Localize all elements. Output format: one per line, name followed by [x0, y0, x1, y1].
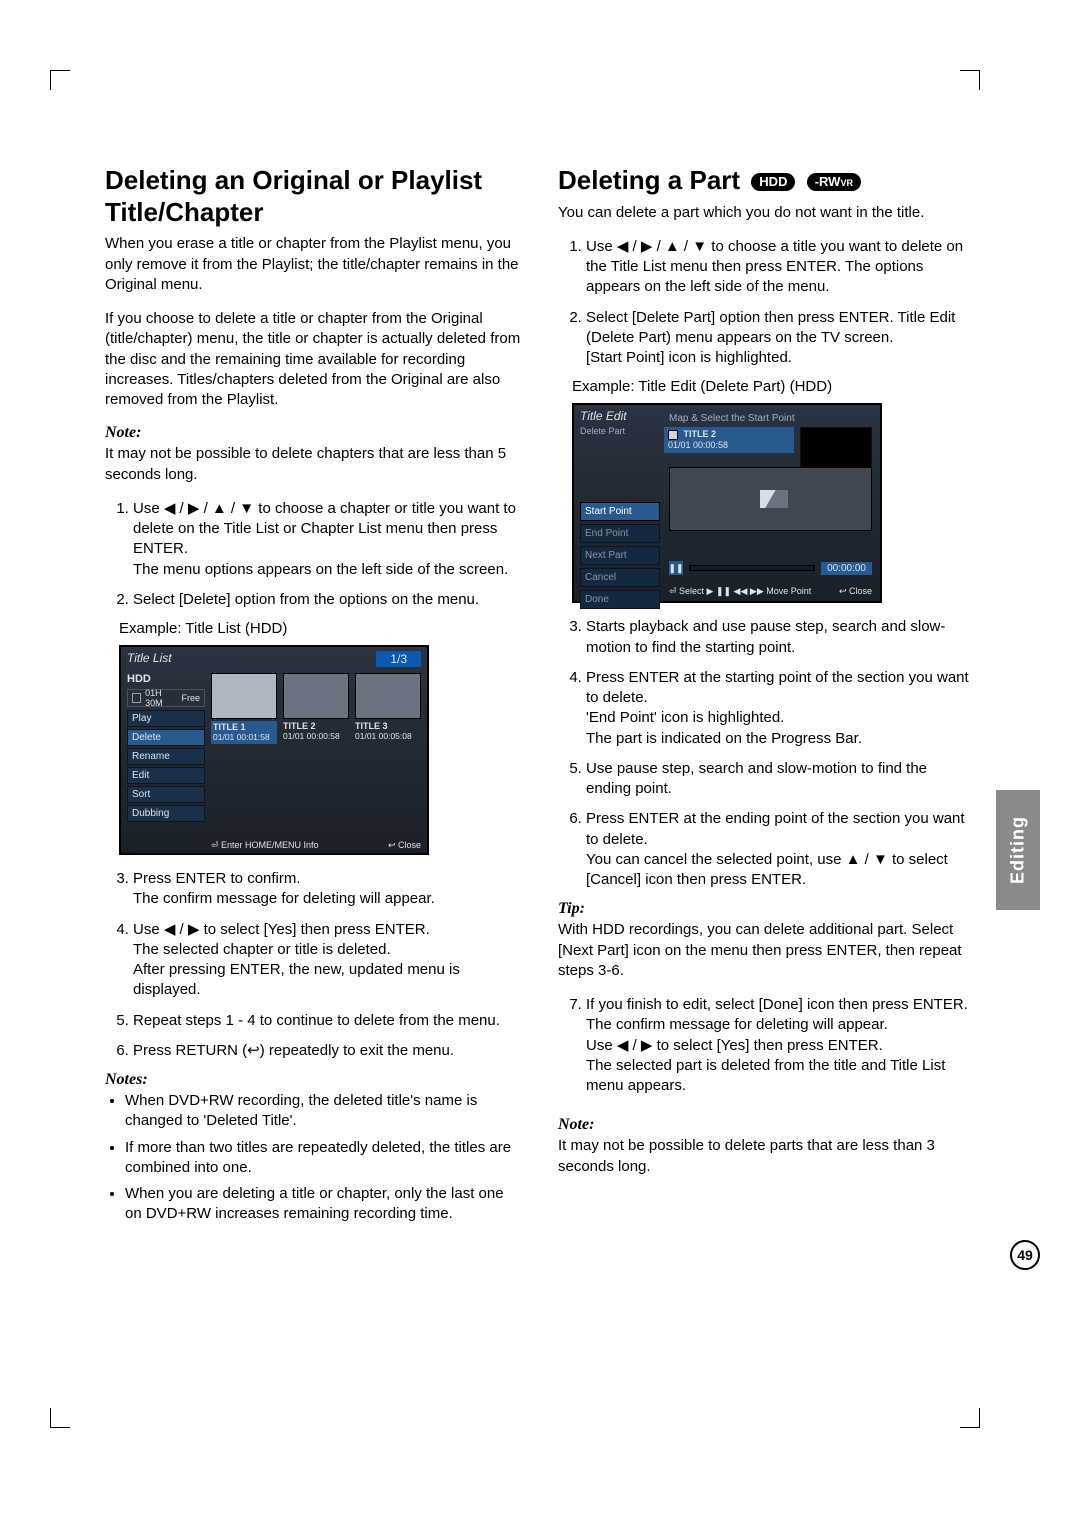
shot-menu-item: Play	[127, 710, 205, 727]
shot-menu-item: Delete	[127, 729, 205, 746]
page-number: 49	[1010, 1240, 1040, 1270]
shot-timebar: ❚❚ 00:00:00	[669, 561, 872, 575]
shot-header: Title List	[127, 651, 172, 667]
card-title: TITLE 2	[684, 429, 717, 439]
crop-mark	[50, 1408, 70, 1428]
page-content: Deleting an Original or Playlist Title/C…	[105, 165, 975, 1231]
heading-delete-part: Deleting a Part HDD -RWVR	[558, 165, 975, 197]
left-column: Deleting an Original or Playlist Title/C…	[105, 165, 522, 1231]
thumb-sub: 01/01 00:00:58	[283, 731, 340, 741]
disc-icon	[132, 693, 141, 703]
steps-list: Starts playback and use pause step, sear…	[558, 617, 975, 890]
shot-free-box: 01H 30M Free	[127, 689, 205, 707]
example-caption: Example: Title Edit (Delete Part) (HDD)	[572, 378, 975, 395]
shot-thumb: TITLE 101/01 00:01:58	[211, 673, 277, 744]
shot-footer-right: ↩ Close	[839, 586, 872, 597]
badge-rwvr: -RWVR	[807, 173, 861, 191]
step-item: Select [Delete] option from the options …	[133, 590, 522, 610]
shot-menu-item: Edit	[127, 767, 205, 784]
title-edit-screenshot: Title Edit Delete Part Map & Select the …	[572, 403, 882, 603]
shot-thumb: TITLE 301/01 00:05:08	[355, 673, 421, 744]
step-item: Press ENTER at the starting point of the…	[586, 668, 975, 749]
shot-menu-item: Done	[580, 590, 660, 609]
note-body: It may not be possible to delete chapter…	[105, 444, 522, 485]
shot-menu-item: Cancel	[580, 568, 660, 587]
note-heading: Note:	[558, 1116, 975, 1134]
shot-header: Title Edit Delete Part	[580, 409, 627, 437]
steps-list: Use ◀ / ▶ / ▲ / ▼ to choose a title you …	[558, 237, 975, 369]
step-item: Use pause step, search and slow-motion t…	[586, 759, 975, 800]
progress-bar	[689, 565, 815, 571]
steps-list: If you finish to edit, select [Done] ico…	[558, 995, 975, 1096]
shot-footer-left: ⏎ Select ▶ ❚❚ ◀◀ ▶▶ Move Point	[669, 586, 811, 597]
crop-mark	[50, 70, 70, 90]
thumb-sub: 01/01 00:05:08	[355, 731, 412, 741]
thumb-title: TITLE 2	[283, 721, 316, 731]
title-icon	[668, 430, 678, 440]
crop-mark	[960, 1408, 980, 1428]
thumb-title: TITLE 1	[213, 722, 246, 732]
shot-thumb: TITLE 201/01 00:00:58	[283, 673, 349, 744]
shot-footer-right: ↩ Close	[388, 840, 421, 851]
shot-free-time: 01H 30M	[145, 688, 177, 708]
heading-text: Deleting a Part	[558, 165, 740, 195]
shot-menu-item: Sort	[127, 786, 205, 803]
example-caption: Example: Title List (HDD)	[119, 620, 522, 637]
shot-hdd-label: HDD	[127, 673, 205, 685]
step-item: Select [Delete Part] option then press E…	[586, 308, 975, 369]
tip-body: With HDD recordings, you can delete addi…	[558, 920, 975, 981]
shot-hint: Map & Select the Start Point	[669, 413, 795, 424]
step-item: Use ◀ / ▶ / ▲ / ▼ to choose a title you …	[586, 237, 975, 298]
step-item: Use ◀ / ▶ to select [Yes] then press ENT…	[133, 920, 522, 1001]
shot-pager: 1/3	[376, 651, 421, 667]
note-item: When DVD+RW recording, the deleted title…	[125, 1091, 522, 1132]
note-body: It may not be possible to delete parts t…	[558, 1136, 975, 1177]
shot-menu-item: Start Point	[580, 502, 660, 521]
shot-side-menu: Start Point End Point Next Part Cancel D…	[580, 499, 660, 609]
badge-text: -RW	[815, 174, 841, 189]
note-heading: Note:	[105, 424, 522, 442]
steps-list: Use ◀ / ▶ / ▲ / ▼ to choose a chapter or…	[105, 499, 522, 610]
steps-list: Press ENTER to confirm. The confirm mess…	[105, 869, 522, 1061]
step-item: If you finish to edit, select [Done] ico…	[586, 995, 975, 1096]
pause-icon: ❚❚	[669, 561, 683, 575]
step-item: Starts playback and use pause step, sear…	[586, 617, 975, 658]
notes-list: When DVD+RW recording, the deleted title…	[105, 1091, 522, 1225]
badge-sub: VR	[840, 178, 853, 188]
shot-title-card: TITLE 2 01/01 00:00:58	[664, 427, 794, 453]
thumb-sub: 01/01 00:01:58	[213, 732, 270, 742]
heading-delete-original: Deleting an Original or Playlist Title/C…	[105, 165, 522, 228]
shot-menu-item: End Point	[580, 524, 660, 543]
time-display: 00:00:00	[821, 562, 872, 575]
shot-footer-left: ⏎ Enter HOME/MENU Info	[211, 840, 319, 851]
step-item: Repeat steps 1 - 4 to continue to delete…	[133, 1011, 522, 1031]
thumb-title: TITLE 3	[355, 721, 388, 731]
shot-preview	[669, 467, 872, 531]
badge-hdd: HDD	[751, 173, 795, 191]
step-item: Press ENTER to confirm. The confirm mess…	[133, 869, 522, 910]
right-column: Deleting a Part HDD -RWVR You can delete…	[558, 165, 975, 1231]
shot-menu-item: Rename	[127, 748, 205, 765]
note-item: When you are deleting a title or chapter…	[125, 1184, 522, 1225]
tip-heading: Tip:	[558, 900, 975, 918]
card-sub: 01/01 00:00:58	[668, 440, 728, 450]
step-item: Press ENTER at the ending point of the s…	[586, 809, 975, 890]
note-item: If more than two titles are repeatedly d…	[125, 1138, 522, 1179]
section-tab: Editing	[996, 790, 1040, 910]
shot-menu: Play Delete Rename Edit Sort Dubbing	[127, 710, 205, 822]
crop-mark	[960, 70, 980, 90]
notes-heading: Notes:	[105, 1071, 522, 1089]
shot-menu-item: Dubbing	[127, 805, 205, 822]
paragraph: When you erase a title or chapter from t…	[105, 234, 522, 295]
shot-subheader: Delete Part	[580, 426, 625, 436]
paragraph: If you choose to delete a title or chapt…	[105, 309, 522, 410]
paragraph: You can delete a part which you do not w…	[558, 203, 975, 223]
step-item: Use ◀ / ▶ / ▲ / ▼ to choose a chapter or…	[133, 499, 522, 580]
step-item: Press RETURN (↩) repeatedly to exit the …	[133, 1041, 522, 1061]
shot-free-text: Free	[181, 693, 200, 703]
shot-menu-item: Next Part	[580, 546, 660, 565]
title-list-screenshot: Title List 1/3 HDD 01H 30M Free Play Del…	[119, 645, 429, 855]
